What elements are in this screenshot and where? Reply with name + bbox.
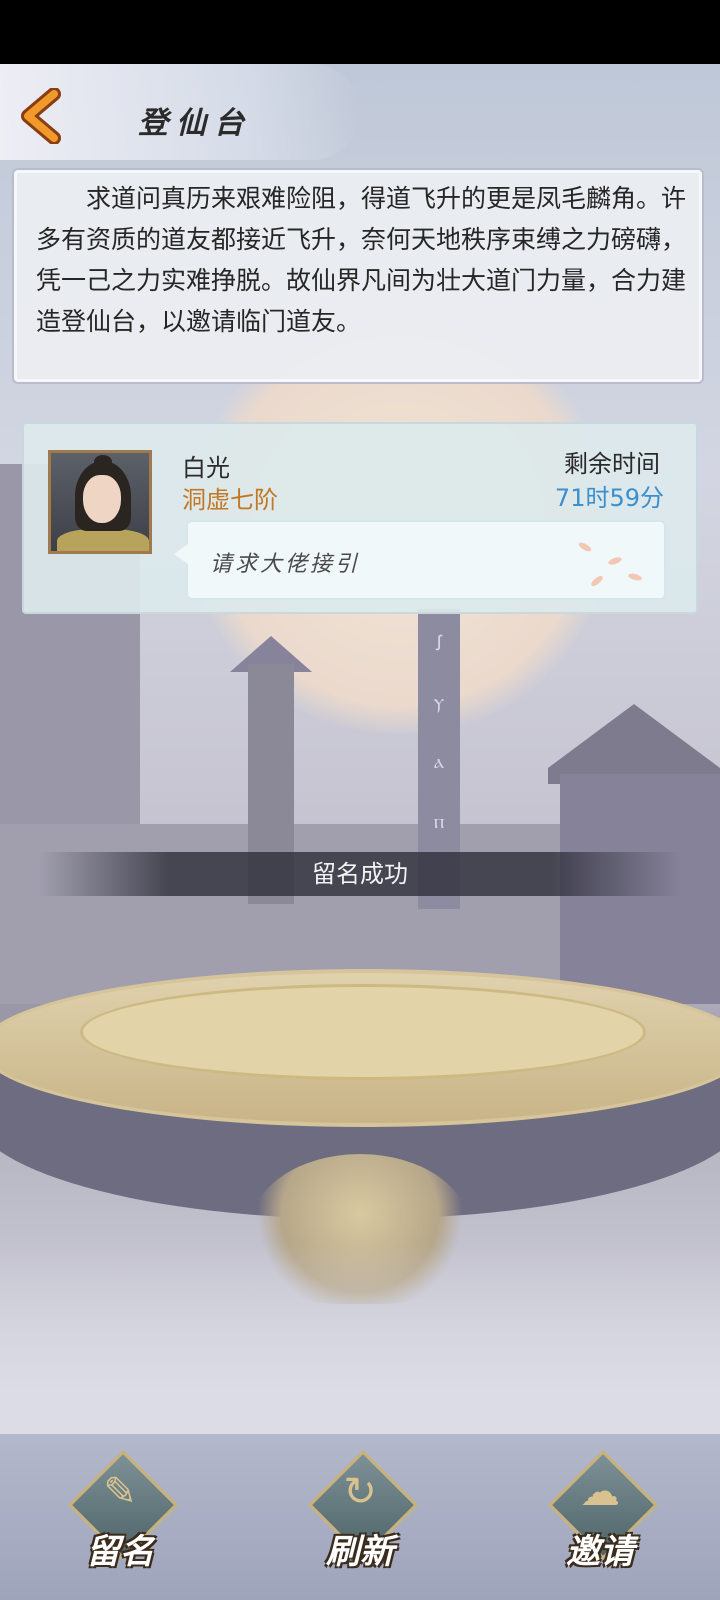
message-bubble: 请求大佬接引 — [174, 520, 666, 600]
time-remaining-value: 71时59分 — [554, 484, 664, 512]
rune-glyph: ⲁ — [434, 749, 444, 773]
ascension-platform — [80, 984, 646, 1080]
bottom-action-bar: ✎ 留名 ↻ 刷新 ☁ 邀请 — [0, 1434, 720, 1600]
invite-label: 邀请 — [566, 1532, 634, 1572]
refresh-button[interactable]: ↻ 刷新 — [300, 1449, 420, 1574]
petal-decoration — [607, 555, 623, 567]
player-rank: 洞虚七阶 — [182, 486, 278, 514]
avatar-hair-bun — [94, 455, 112, 469]
intro-panel: 求道问真历来艰难险阻，得道飞升的更是凤毛麟角。许多有资质的道友都接近飞升，奈何天… — [12, 168, 704, 384]
rune-glyph: ꭍ — [435, 631, 443, 655]
invite-button[interactable]: ☁ 邀请 — [540, 1449, 660, 1574]
toast-message: 留名成功 — [40, 852, 680, 896]
avatar-robe — [57, 529, 149, 551]
player-request-card[interactable]: 白光 洞虚七阶 剩余时间 71时59分 请求大佬接引 — [22, 422, 698, 614]
right-pagoda-roof — [548, 704, 720, 784]
fog-overlay — [0, 1244, 720, 1434]
cloud-icon: ☁ — [580, 1469, 620, 1515]
refresh-label: 刷新 — [326, 1532, 394, 1572]
time-remaining-label: 剩余时间 — [564, 450, 660, 478]
rune-glyph: ⲩ — [433, 689, 445, 713]
petal-decoration — [627, 572, 643, 582]
chevron-left-icon — [21, 87, 61, 145]
leave-name-button[interactable]: ✎ 留名 — [60, 1449, 180, 1574]
avatar-face — [83, 475, 121, 523]
petal-decoration — [589, 574, 605, 588]
rune-glyph: ⲡ — [433, 809, 445, 833]
petal-decoration — [577, 540, 593, 554]
request-message: 请求大佬接引 — [210, 552, 361, 577]
swirl-icon: ↻ — [343, 1469, 377, 1515]
page-title: 登仙台 — [138, 106, 252, 141]
player-name: 白光 — [182, 454, 230, 482]
leave-name-label: 留名 — [86, 1532, 154, 1572]
brush-icon: ✎ — [103, 1469, 137, 1515]
status-bar — [0, 0, 720, 64]
back-button[interactable] — [14, 87, 70, 145]
avatar[interactable] — [48, 450, 152, 554]
intro-text: 求道问真历来艰难险阻，得道飞升的更是凤毛麟角。许多有资质的道友都接近飞升，奈何天… — [36, 184, 687, 336]
